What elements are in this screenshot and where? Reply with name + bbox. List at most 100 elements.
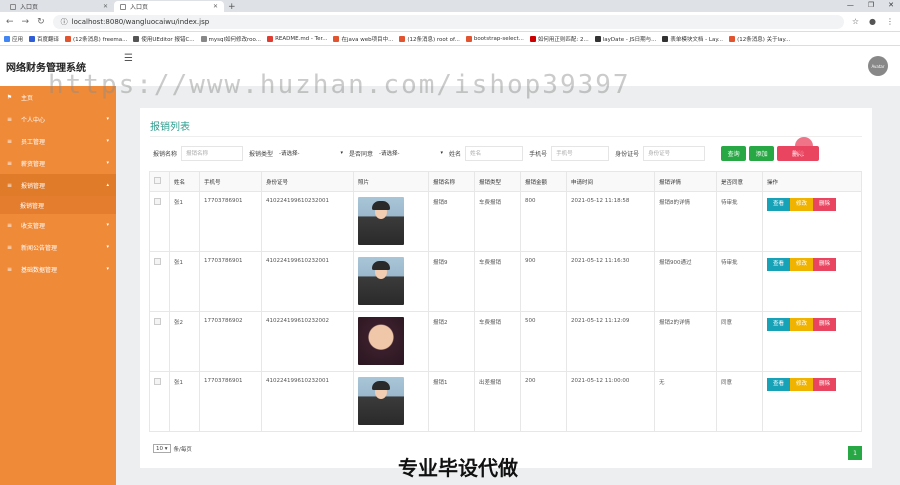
row-checkbox[interactable]: [154, 198, 161, 205]
bookmark-item[interactable]: bootstrap-select...: [465, 35, 524, 42]
bookmark-item[interactable]: 在java web项目中...: [333, 35, 393, 43]
browser-tab[interactable]: 入口页 ✕: [4, 1, 114, 12]
cell-detail: 报销8的详情: [654, 191, 717, 252]
page-number-button[interactable]: 1: [848, 446, 862, 460]
delete-button[interactable]: 删除: [813, 198, 836, 211]
bookmark-label: (12条消息) 关于lay...: [737, 36, 791, 43]
delete-button[interactable]: 删除: [813, 258, 836, 271]
bookmark-icon: [267, 35, 274, 42]
tab-title: 入口页: [130, 4, 149, 11]
filter-label-person: 姓名: [449, 150, 462, 158]
new-tab-icon[interactable]: +: [228, 2, 236, 12]
bookmark-item[interactable]: README.md - Ter...: [267, 35, 328, 42]
chevron-down-icon: ▾: [340, 150, 344, 156]
page-size-select[interactable]: 10 ▾: [153, 444, 171, 453]
reimburse-type-select[interactable]: -请选择- ▾: [277, 146, 343, 161]
phone-input[interactable]: 手机号: [551, 145, 610, 161]
bookmark-item[interactable]: 百度翻译: [29, 35, 59, 43]
bookmark-item[interactable]: 如何用正则匹配: 2...: [529, 35, 589, 43]
select-all-checkbox[interactable]: [154, 177, 161, 184]
select-value: -请选择-: [279, 151, 300, 157]
back-icon[interactable]: ←: [6, 17, 14, 27]
menu-icon: ≡: [6, 181, 13, 189]
bookmark-item[interactable]: layDate - JS日期与...: [594, 35, 656, 43]
cell-agree: 待审批: [716, 191, 763, 252]
bookmark-label: 在java web项目中...: [341, 36, 394, 43]
bookmark-item[interactable]: (12条消息) freema...: [65, 35, 127, 43]
cell-idcard: 410224199610232001: [261, 251, 354, 312]
bookmark-label: README.md - Ter...: [275, 35, 328, 42]
query-button[interactable]: 查询: [721, 145, 747, 161]
profile-icon[interactable]: ●: [869, 17, 876, 26]
row-checkbox[interactable]: [154, 378, 161, 385]
bookmark-item[interactable]: (12条消息) root of...: [399, 35, 460, 43]
chevron-icon: ▴: [106, 182, 109, 188]
delete-button[interactable]: 删除: [813, 378, 836, 391]
agree-select[interactable]: -请选择- ▾: [377, 146, 443, 161]
sidebar-subitem-active[interactable]: 报销管理: [0, 196, 116, 214]
row-select-cell: [149, 371, 170, 432]
sidebar-item-label: 薪资管理: [21, 160, 46, 168]
bookmark-item[interactable]: (12条消息) 关于lay...: [729, 35, 790, 43]
bookmark-item[interactable]: mysql如何修改roo...: [200, 35, 261, 43]
edit-button[interactable]: 修改: [790, 318, 813, 331]
close-tab-icon[interactable]: ✕: [213, 3, 218, 10]
overlay-caption: 专业毕设代做: [398, 456, 518, 480]
url-input[interactable]: ⓘ localhost:8080/wangluocaiwu/index.jsp: [52, 14, 844, 29]
watermark: https://www.huzhan.com/ishop39397: [48, 70, 631, 100]
view-button[interactable]: 查看: [767, 198, 790, 211]
cell-agree: 待审批: [716, 251, 763, 312]
delete-button[interactable]: 删除: [813, 318, 836, 331]
cell-title: 报销8: [428, 191, 475, 252]
filter-label-phone: 手机号: [529, 150, 548, 158]
edit-button[interactable]: 修改: [790, 198, 813, 211]
sidebar-item[interactable]: ≡ 收支管理 ▾: [0, 214, 116, 236]
user-photo: [358, 197, 404, 245]
window-controls: — ❐ ✕: [847, 1, 894, 9]
bookmark-item[interactable]: 表单模块文档 - Lay...: [662, 35, 723, 43]
view-button[interactable]: 查看: [767, 258, 790, 271]
chevron-icon: ▾: [106, 160, 109, 166]
add-button[interactable]: 添加: [749, 145, 775, 161]
minimize-icon[interactable]: —: [847, 1, 854, 9]
cell-name: 张1: [169, 371, 200, 432]
row-checkbox[interactable]: [154, 258, 161, 265]
bookmark-icon: [4, 35, 10, 42]
sidebar-item[interactable]: ≡ 员工管理 ▾: [0, 130, 116, 152]
bookmark-item[interactable]: 应用: [4, 35, 23, 43]
menu-dots-icon[interactable]: ⋮: [886, 17, 894, 26]
view-button[interactable]: 查看: [767, 378, 790, 391]
forward-icon[interactable]: →: [22, 17, 30, 27]
person-name-input[interactable]: 姓名: [465, 145, 524, 161]
reimburse-name-input[interactable]: 报销名称: [181, 145, 244, 161]
reload-icon[interactable]: ↻: [37, 17, 45, 27]
star-icon[interactable]: ☆: [852, 17, 859, 26]
bookmark-item[interactable]: 使用UEditor 报错C...: [133, 35, 195, 43]
id-card-input[interactable]: 身份证号: [643, 145, 706, 161]
bookmark-icon: [200, 35, 207, 42]
cell-type: 出差报销: [474, 371, 521, 432]
sidebar-item[interactable]: ≡ 新闻公告管理 ▾: [0, 236, 116, 258]
col-header: 报销详情: [654, 171, 717, 192]
browser-tab-active[interactable]: 入口页 ✕: [114, 1, 224, 12]
hamburger-icon[interactable]: ☰: [124, 53, 133, 64]
col-header: 照片: [353, 171, 429, 192]
edit-button[interactable]: 修改: [790, 258, 813, 271]
close-tab-icon[interactable]: ✕: [103, 3, 108, 10]
sidebar-item-label: 收支管理: [21, 222, 46, 230]
sidebar-item[interactable]: ≡ 个人中心 ▾: [0, 108, 116, 130]
sidebar-item[interactable]: ≡ 薪资管理 ▾: [0, 152, 116, 174]
cell-title: 报销2: [428, 311, 475, 372]
avatar[interactable]: Avatar: [868, 56, 888, 76]
sidebar-item[interactable]: ≡ 基础数据管理 ▾: [0, 258, 116, 280]
row-checkbox[interactable]: [154, 318, 161, 325]
close-window-icon[interactable]: ✕: [888, 1, 894, 9]
view-button[interactable]: 查看: [767, 318, 790, 331]
maximize-icon[interactable]: ❐: [868, 1, 874, 9]
edit-button[interactable]: 修改: [790, 378, 813, 391]
col-header: 是否同意: [716, 171, 763, 192]
bookmark-icon: [29, 35, 36, 42]
sidebar-item[interactable]: ≡ 报销管理 ▴: [0, 174, 116, 196]
list-card: 报销列表 报销名称 报销名称 报销类型 -请选择- ▾ 是否同意 -请选择- ▾ 姓…: [140, 108, 872, 468]
sidebar-item-label: 基础数据管理: [21, 266, 58, 274]
